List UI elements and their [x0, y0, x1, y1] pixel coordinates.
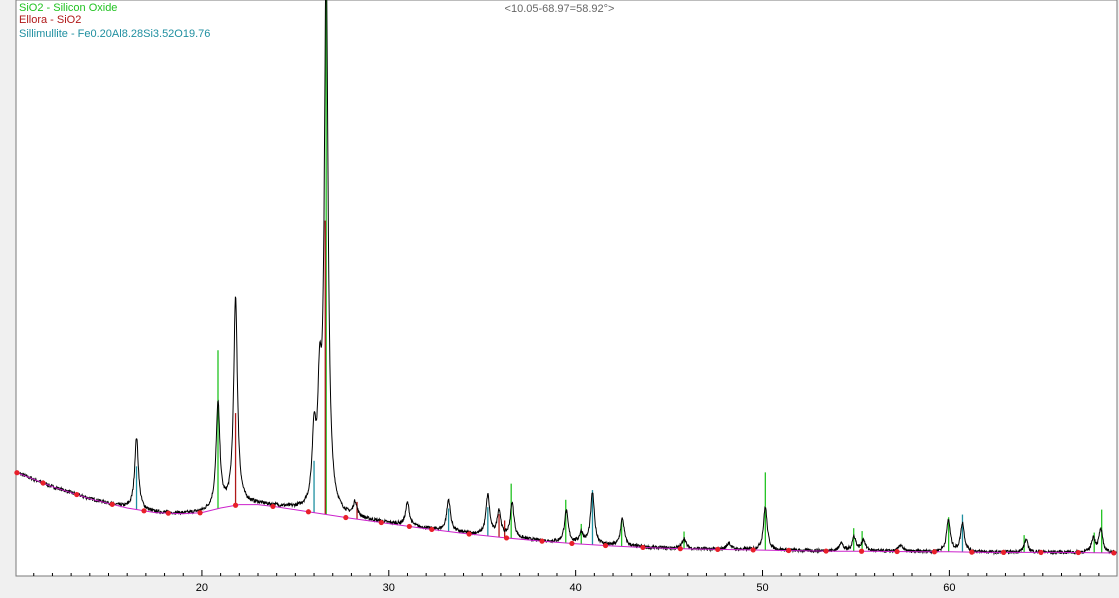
background-point [74, 491, 80, 498]
background-point [969, 549, 975, 555]
angle-range-readout: <10.05-68.97=58.92°> [504, 3, 615, 15]
background-point [503, 535, 510, 541]
background-point [305, 509, 312, 515]
background-point [750, 547, 756, 553]
x-tick-label: 30 [383, 582, 395, 594]
background-point [640, 544, 646, 551]
background-point [197, 510, 203, 516]
background-point [141, 508, 147, 514]
background-point [931, 549, 938, 555]
diffractogram-window: 20 30 40 50 60 SiO2 - Silicon Oxide Ellora -… [0, 0, 1119, 598]
background-point [14, 470, 20, 476]
legend-entry-ellora: Ellora - SiO2 [19, 14, 82, 26]
background-point [40, 480, 46, 486]
background-point [429, 526, 435, 533]
background-point [109, 501, 115, 507]
background-point [786, 547, 792, 554]
diffraction-plot: 20 30 40 50 60 [14, 0, 1118, 594]
background-point [1111, 550, 1117, 556]
background-point [715, 546, 721, 552]
background-point [270, 503, 276, 510]
legend-entry-sillimullite: Sillimullite - Fe0.20Al8.28Si3.52O19.76 [19, 28, 211, 40]
background-point [569, 540, 575, 547]
background-point [232, 502, 239, 508]
background-point [1075, 549, 1081, 556]
x-tick-label: 50 [756, 582, 768, 594]
x-tick-label: 60 [943, 582, 955, 594]
background-point [677, 546, 683, 552]
background-point [1038, 549, 1044, 555]
x-tick-label: 40 [570, 582, 582, 594]
background-point [1000, 549, 1007, 555]
background-point [823, 548, 829, 554]
plot-area [15, 0, 1118, 577]
background-point [343, 514, 349, 521]
background-point [858, 548, 865, 554]
background-point [165, 510, 171, 516]
x-tick-label: 20 [196, 582, 208, 594]
background-point [406, 523, 412, 530]
background-point [378, 519, 384, 526]
background-point [894, 548, 900, 555]
background-point [539, 538, 545, 544]
background-point [602, 542, 609, 549]
background-point [466, 531, 472, 537]
